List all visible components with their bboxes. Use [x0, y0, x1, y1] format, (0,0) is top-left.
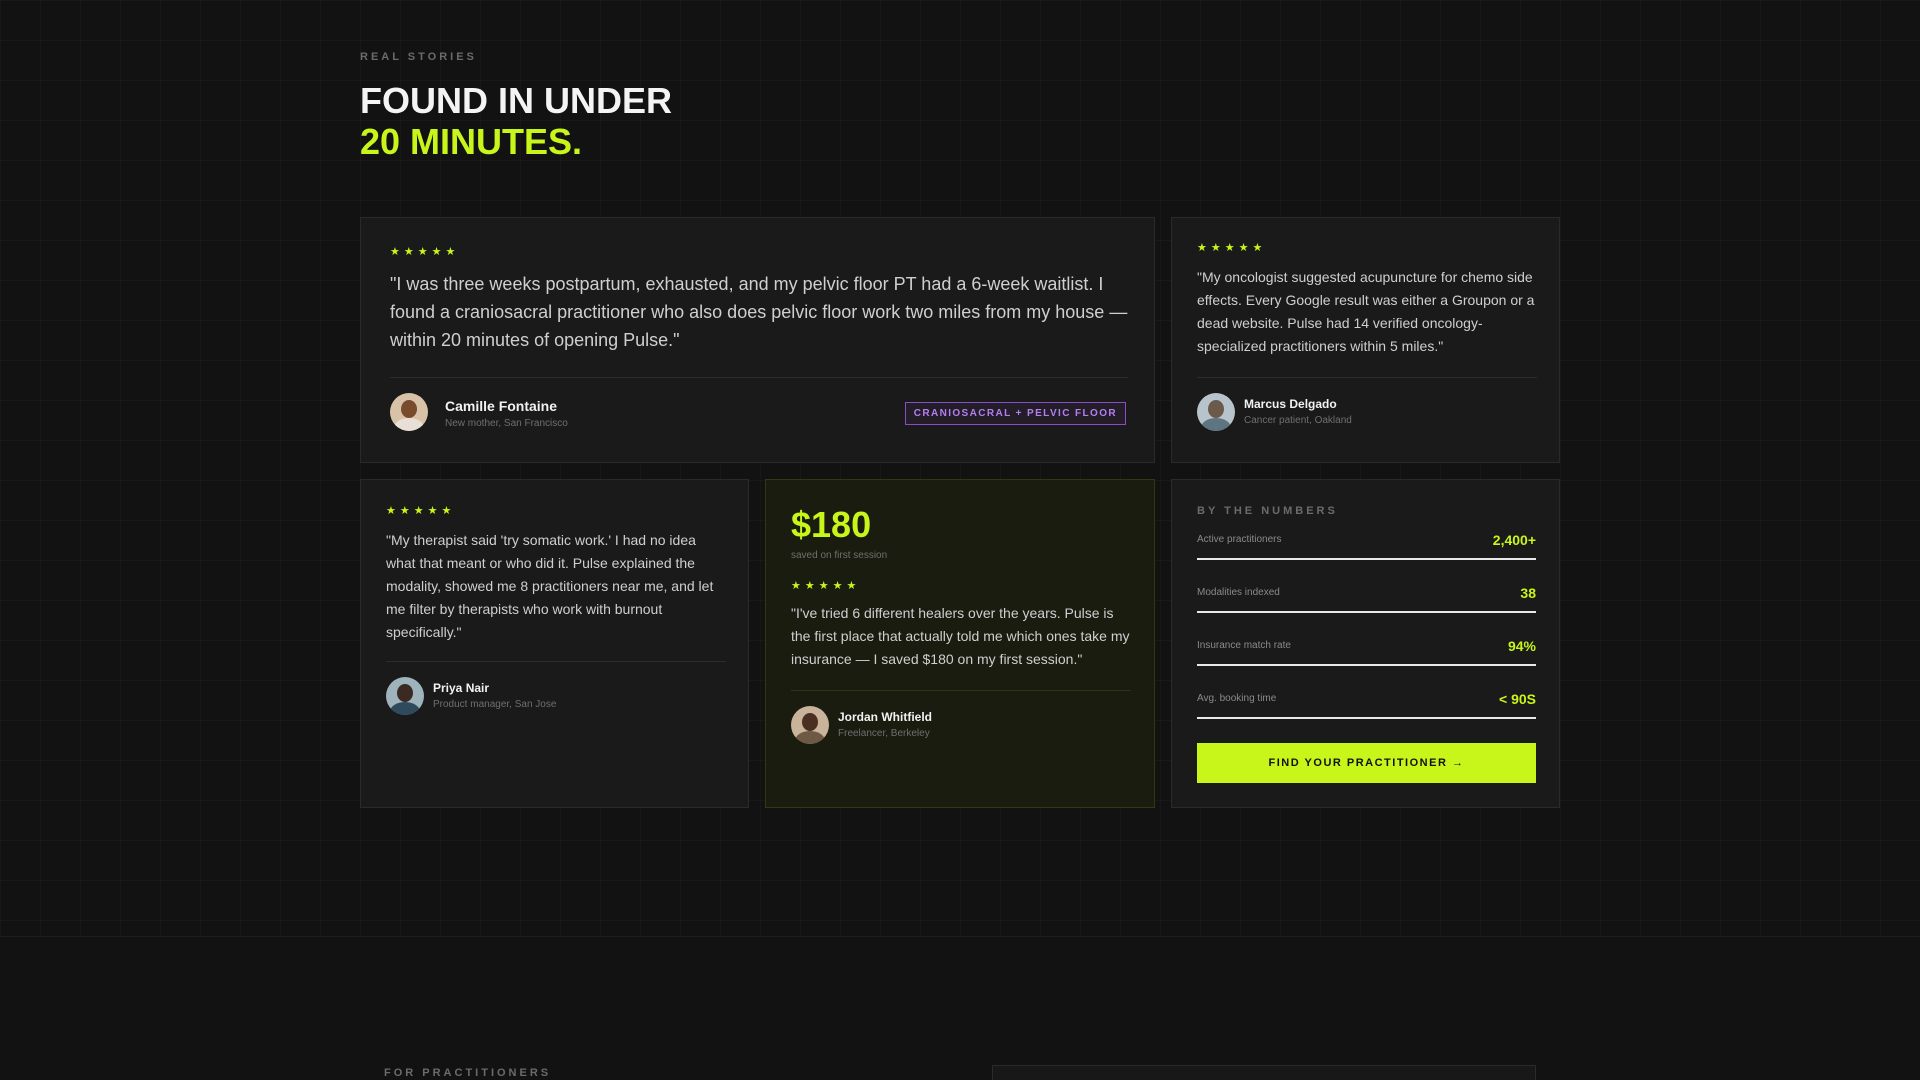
- stats-card: BY THE NUMBERS Active practitioners 2,40…: [1171, 479, 1560, 808]
- stats-title: BY THE NUMBERS: [1197, 505, 1338, 517]
- stat-value: 2,400+: [1492, 532, 1536, 548]
- section-eyebrow: FOR PRACTITIONERS: [384, 1067, 552, 1079]
- author-name: Jordan Whitfield: [838, 710, 932, 724]
- avatar: [390, 393, 428, 431]
- author-name: Camille Fontaine: [445, 398, 558, 414]
- modality-tag: CRANIOSACRAL + PELVIC FLOOR: [904, 402, 1126, 425]
- stat-label: Avg. booking time: [1197, 693, 1277, 704]
- section-headline: FOUND IN UNDER 20 MINUTES.: [360, 80, 672, 162]
- testimonial-card-jordan: $180 saved on first session ★★★★★ "I've …: [765, 479, 1155, 808]
- for-practitioners-section: FOR PRACTITIONERS: [0, 937, 1920, 1080]
- practitioners-panel: [992, 1065, 1536, 1080]
- testimonial-quote: "My therapist said 'try somatic work.' I…: [386, 532, 714, 640]
- star-rating: ★★★★★: [390, 246, 460, 258]
- star-rating: ★★★★★: [386, 505, 456, 517]
- stat-label: Insurance match rate: [1197, 640, 1291, 651]
- card-divider: [791, 690, 1131, 691]
- stat-label: Modalities indexed: [1197, 587, 1280, 598]
- headline-line-1: FOUND IN UNDER: [360, 80, 672, 121]
- author-info: Marcus Delgado Cancer patient, Oakland: [1244, 397, 1352, 426]
- author-role: New mother, San Francisco: [445, 418, 568, 429]
- stat-row-modalities: Modalities indexed 38: [1197, 583, 1536, 613]
- headline-line-2: 20 MINUTES.: [360, 121, 583, 162]
- find-practitioner-button[interactable]: FIND YOUR PRACTITIONER →: [1197, 743, 1536, 783]
- card-divider: [386, 661, 726, 662]
- card-divider: [390, 377, 1128, 378]
- author-info: Camille Fontaine New mother, San Francis…: [445, 398, 568, 429]
- section-eyebrow: REAL STORIES: [360, 51, 477, 63]
- savings-amount: $180: [791, 504, 872, 545]
- author-role: Freelancer, Berkeley: [838, 728, 930, 739]
- star-rating: ★★★★★: [1197, 242, 1267, 254]
- testimonial-quote: "I was three weeks postpartum, exhausted…: [390, 274, 1128, 350]
- card-divider: [1197, 377, 1537, 378]
- avatar: [791, 706, 829, 744]
- avatar: [386, 677, 424, 715]
- author-role: Cancer patient, Oakland: [1244, 415, 1352, 426]
- savings-note: saved on first session: [791, 550, 888, 561]
- testimonial-quote: "I've tried 6 different healers over the…: [791, 605, 1130, 667]
- stat-row-booking-time: Avg. booking time < 90S: [1197, 689, 1536, 719]
- author-info: Priya Nair Product manager, San Jose: [433, 681, 556, 710]
- real-stories-section: REAL STORIES FOUND IN UNDER 20 MINUTES. …: [0, 0, 1920, 936]
- stat-value: 94%: [1507, 638, 1536, 654]
- author-info: Jordan Whitfield Freelancer, Berkeley: [838, 710, 932, 739]
- testimonial-quote: "My oncologist suggested acupuncture for…: [1197, 269, 1535, 354]
- star-rating: ★★★★★: [791, 580, 861, 592]
- stat-row-insurance: Insurance match rate 94%: [1197, 636, 1536, 666]
- avatar: [1197, 393, 1235, 431]
- stat-value: 38: [1520, 585, 1536, 601]
- stat-label: Active practitioners: [1197, 534, 1282, 545]
- stat-value: < 90S: [1499, 691, 1536, 707]
- author-name: Priya Nair: [433, 681, 490, 695]
- testimonial-card-priya: ★★★★★ "My therapist said 'try somatic wo…: [360, 479, 749, 808]
- testimonial-card-camille: ★★★★★ "I was three weeks postpartum, exh…: [360, 217, 1155, 463]
- author-name: Marcus Delgado: [1244, 397, 1337, 411]
- testimonial-card-marcus: ★★★★★ "My oncologist suggested acupunctu…: [1171, 217, 1560, 463]
- stat-row-practitioners: Active practitioners 2,400+: [1197, 530, 1536, 560]
- author-role: Product manager, San Jose: [433, 699, 557, 710]
